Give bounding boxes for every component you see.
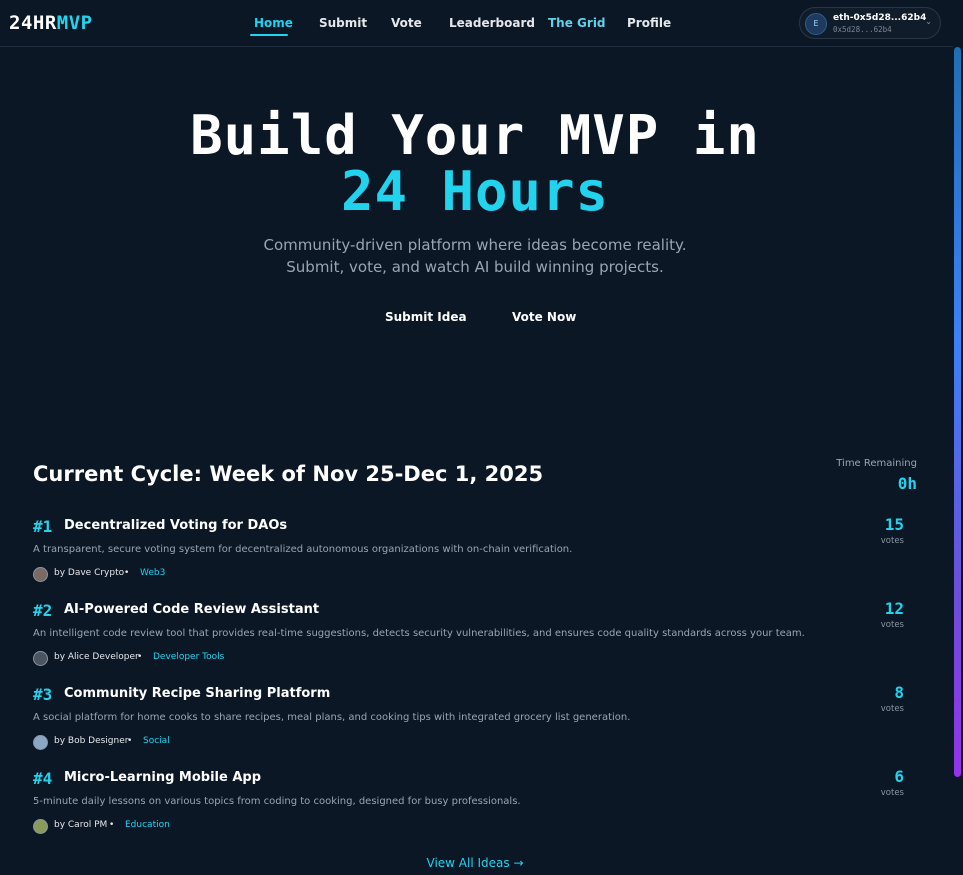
view-all-ideas-link[interactable]: View All Ideas → [0,856,950,870]
active-nav-indicator [250,34,288,36]
vote-count: 8 [894,683,904,702]
hero-subtitle-line1: Community-driven platform where ideas be… [263,236,687,254]
meta-separator: • [124,568,130,578]
chevron-down-icon: ⌄ [925,17,932,26]
author-avatar [33,819,48,834]
top-navbar: 24HRMVP Home Submit Vote Leaderboard The… [0,0,953,47]
time-remaining-value: 0h [897,474,917,493]
idea-title[interactable]: Community Recipe Sharing Platform [64,686,330,701]
meta-separator: • [137,652,143,662]
nav-item-profile[interactable]: Profile [627,16,671,30]
wallet-address: 0x5d28...62b4 [833,25,892,34]
scrollbar-thumb[interactable] [954,47,961,777]
idea-rank: #2 [33,601,53,620]
idea-title[interactable]: AI-Powered Code Review Assistant [64,602,319,617]
idea-tag[interactable]: Social [143,736,170,746]
author-avatar [33,651,48,666]
brand-logo-part2: MVP [56,12,93,34]
vote-count: 12 [884,599,904,618]
wallet-name: eth-0x5d28...62b4 [833,13,927,23]
idea-rank: #4 [33,769,53,788]
brand-logo-part1: 24HR [9,12,57,34]
nav-item-submit[interactable]: Submit [319,16,367,30]
idea-description: A social platform for home cooks to shar… [33,712,631,723]
wallet-button[interactable]: E eth-0x5d28...62b4 0x5d28...62b4 ⌄ [799,7,941,39]
idea-card[interactable]: #2 AI-Powered Code Review Assistant An i… [0,599,950,685]
idea-card[interactable]: #1 Decentralized Voting for DAOs A trans… [0,515,950,601]
vote-count: 15 [884,515,904,534]
idea-author: by Bob Designer [54,736,129,746]
nav-item-leaderboard[interactable]: Leaderboard [449,16,535,30]
votes-label: votes [880,788,904,798]
idea-tag[interactable]: Developer Tools [153,652,224,662]
idea-card[interactable]: #3 Community Recipe Sharing Platform A s… [0,683,950,769]
idea-title[interactable]: Micro-Learning Mobile App [64,770,261,785]
hero-subtitle-line2: Submit, vote, and watch AI build winning… [286,258,664,276]
hero-subtitle: Community-driven platform where ideas be… [0,234,950,278]
page: 24HRMVP Home Submit Vote Leaderboard The… [0,0,963,875]
submit-idea-button[interactable]: Submit Idea [385,310,467,324]
idea-rank: #1 [33,517,53,536]
idea-tag[interactable]: Web3 [140,568,165,578]
author-avatar [33,735,48,750]
meta-separator: • [127,736,133,746]
idea-author: by Alice Developer [54,652,139,662]
idea-author: by Dave Crypto [54,568,125,578]
nav-item-the-grid[interactable]: The Grid [548,16,606,30]
meta-separator: • [109,820,115,830]
votes-label: votes [880,704,904,714]
idea-rank: #3 [33,685,53,704]
wallet-avatar: E [805,13,827,35]
idea-tag[interactable]: Education [125,820,170,830]
votes-label: votes [880,620,904,630]
idea-author: by Carol PM [54,820,108,830]
idea-card[interactable]: #4 Micro-Learning Mobile App 5-minute da… [0,767,950,853]
hero-title-line1: Build Your MVP in [190,104,760,167]
nav-item-home[interactable]: Home [254,16,293,30]
time-remaining-label: Time Remaining [836,458,917,469]
idea-description: 5-minute daily lessons on various topics… [33,796,521,807]
brand-logo[interactable]: 24HRMVP [9,12,93,34]
vote-count: 6 [894,767,904,786]
nav-item-vote[interactable]: Vote [391,16,422,30]
idea-title[interactable]: Decentralized Voting for DAOs [64,518,287,533]
idea-description: A transparent, secure voting system for … [33,544,573,555]
votes-label: votes [880,536,904,546]
vote-now-button[interactable]: Vote Now [512,310,576,324]
cycle-title: Current Cycle: Week of Nov 25-Dec 1, 202… [33,462,544,486]
author-avatar [33,567,48,582]
idea-description: An intelligent code review tool that pro… [33,628,805,639]
hero-title-line2: 24 Hours [340,160,610,223]
